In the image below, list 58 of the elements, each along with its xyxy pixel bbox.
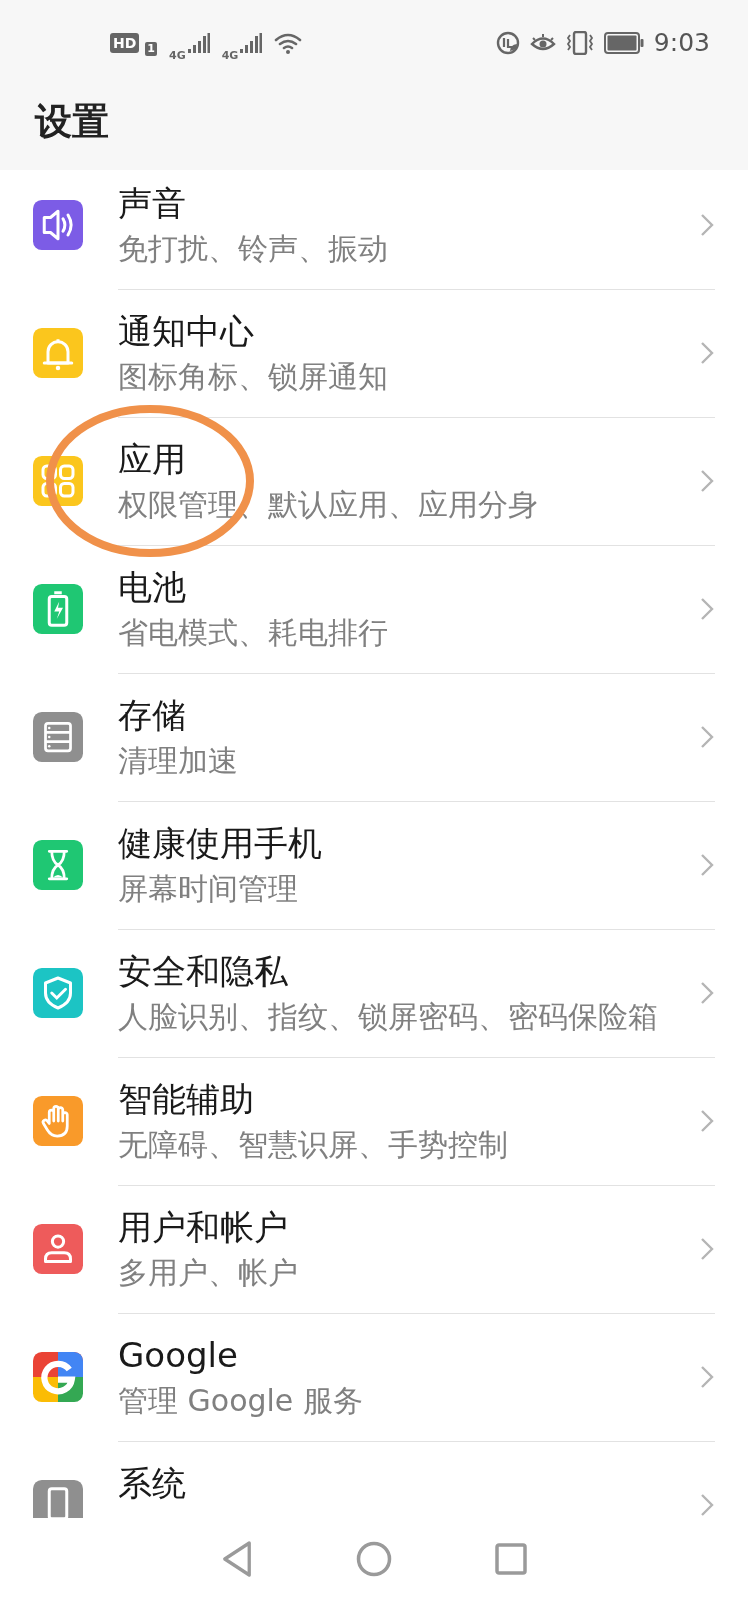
chevron-right-icon — [700, 981, 714, 1005]
settings-item[interactable]: 安全和隐私 人脸识别、指纹、锁屏密码、密码保险箱 — [0, 929, 748, 1057]
chevron-right-icon — [700, 1109, 714, 1133]
chevron-right-icon — [700, 341, 714, 365]
item-title: 声音 — [118, 182, 187, 224]
item-title: 通知中心 — [118, 310, 255, 352]
item-subtitle: 屏幕时间管理 — [118, 870, 299, 908]
settings-item[interactable]: 存储 清理加速 — [0, 673, 748, 801]
g-logo-icon — [33, 1352, 83, 1402]
chevron-right-icon — [700, 1365, 714, 1389]
page-title: 设置 — [35, 98, 109, 145]
item-subtitle: 多用户、帐户 — [118, 1254, 299, 1292]
home-icon[interactable] — [356, 1541, 392, 1577]
item-title: 系统 — [118, 1462, 187, 1504]
back-icon[interactable] — [221, 1540, 254, 1578]
signal-icon — [187, 32, 210, 53]
settings-item[interactable]: 智能辅助 无障碍、智慧识屏、手势控制 — [0, 1057, 748, 1185]
chevron-right-icon — [700, 1237, 714, 1261]
settings-item[interactable]: 电池 省电模式、耗电排行 — [0, 545, 748, 673]
chevron-right-icon — [700, 725, 714, 749]
network-type-label: 4G — [169, 49, 186, 62]
sim-slot-label: 1 — [145, 42, 157, 56]
item-title: 应用 — [118, 438, 187, 480]
signal-icon — [240, 32, 263, 53]
data-saver-icon — [495, 30, 520, 55]
item-subtitle: 人脸识别、指纹、锁屏密码、密码保险箱 — [118, 998, 659, 1036]
clock-time: 9:03 — [653, 28, 710, 57]
settings-item[interactable]: Google 管理 Google 服务 — [0, 1313, 748, 1441]
network-type-label: 4G — [221, 49, 239, 62]
item-title: 智能辅助 — [118, 1078, 255, 1120]
settings-item[interactable]: 系统 — [0, 1441, 748, 1518]
recent-apps-icon[interactable] — [494, 1543, 527, 1575]
settings-item[interactable]: 用户和帐户 多用户、帐户 — [0, 1185, 748, 1313]
item-title: 存储 — [118, 694, 187, 736]
item-title: 安全和隐私 — [118, 950, 289, 992]
item-subtitle: 免打扰、铃声、振动 — [118, 230, 389, 268]
item-title: 用户和帐户 — [118, 1206, 289, 1248]
item-title: Google — [118, 1334, 239, 1376]
chevron-right-icon — [700, 597, 714, 621]
item-subtitle: 无障碍、智慧识屏、手势控制 — [118, 1126, 509, 1164]
battery-level-icon — [603, 31, 644, 54]
item-title: 电池 — [118, 566, 187, 608]
hd-badge: HD — [110, 32, 140, 53]
item-subtitle: 图标角标、锁屏通知 — [118, 358, 389, 396]
eye-icon — [529, 32, 556, 53]
item-subtitle: 管理 Google 服务 — [118, 1382, 364, 1420]
item-subtitle: 省电模式、耗电排行 — [118, 614, 389, 652]
chevron-right-icon — [700, 853, 714, 877]
item-subtitle: 清理加速 — [118, 742, 239, 780]
settings-item[interactable]: 声音 免打扰、铃声、振动 — [0, 170, 748, 289]
vibrate-icon — [565, 30, 594, 55]
wifi-icon — [274, 31, 303, 54]
chevron-right-icon — [700, 1493, 714, 1517]
item-title: 健康使用手机 — [118, 822, 323, 864]
settings-item[interactable]: 健康使用手机 屏幕时间管理 — [0, 801, 748, 929]
settings-item[interactable]: 通知中心 图标角标、锁屏通知 — [0, 289, 748, 417]
chevron-right-icon — [700, 213, 714, 237]
chevron-right-icon — [700, 469, 714, 493]
